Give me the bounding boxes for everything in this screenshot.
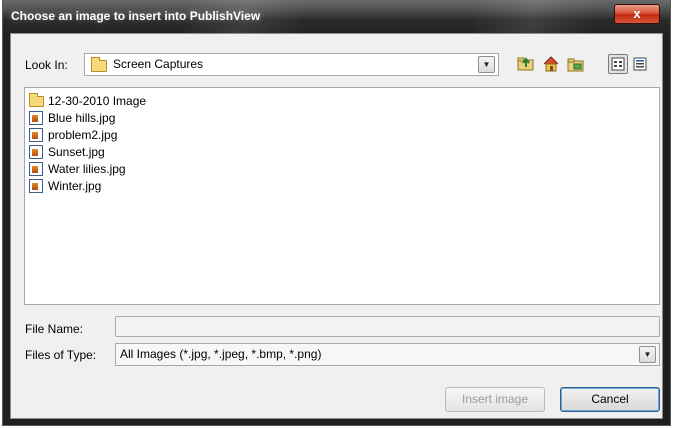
insert-image-button[interactable]: Insert image: [445, 387, 545, 412]
look-in-label: Look In:: [25, 58, 68, 72]
image-file-icon: [29, 128, 43, 142]
file-name: problem2.jpg: [48, 128, 118, 142]
file-type-value: All Images (*.jpg, *.jpeg, *.bmp, *.png): [120, 347, 322, 361]
chevron-down-icon[interactable]: ▼: [639, 346, 656, 363]
title-bar[interactable]: Choose an image to insert into PublishVi…: [3, 0, 670, 33]
look-in-combo[interactable]: Screen Captures ▼: [84, 53, 499, 76]
home-icon[interactable]: [541, 54, 561, 74]
details-view-icon[interactable]: [630, 54, 650, 74]
folder-icon: [29, 93, 44, 107]
file-name: 12-30-2010 Image: [48, 94, 147, 108]
file-type-label: Files of Type:: [25, 348, 97, 362]
dialog-window: Choose an image to insert into PublishVi…: [2, 0, 671, 426]
file-name-field[interactable]: [115, 316, 660, 337]
image-file-icon: [29, 111, 43, 125]
folder-icon: [91, 57, 107, 72]
new-folder-icon[interactable]: [566, 54, 586, 74]
file-name: Winter.jpg: [48, 179, 102, 193]
cancel-button[interactable]: Cancel: [560, 387, 660, 412]
image-file-icon: [29, 145, 43, 159]
image-file-icon: [29, 179, 43, 193]
file-name: Water lilies.jpg: [48, 162, 126, 176]
file-list[interactable]: 12-30-2010 Image Blue hills.jpg problem2…: [24, 87, 660, 305]
look-in-value: Screen Captures: [113, 57, 204, 71]
file-name: Blue hills.jpg: [48, 111, 116, 125]
file-name-label: File Name:: [25, 322, 84, 336]
list-view-icon[interactable]: [608, 54, 628, 74]
up-one-level-icon[interactable]: [516, 54, 536, 74]
title-bar-shine: [473, 0, 593, 33]
image-file-icon: [29, 162, 43, 176]
chevron-down-icon[interactable]: ▼: [478, 56, 495, 73]
close-button[interactable]: x: [614, 4, 660, 24]
dialog-title: Choose an image to insert into PublishVi…: [11, 9, 261, 23]
file-name: Sunset.jpg: [48, 145, 105, 159]
file-type-combo[interactable]: All Images (*.jpg, *.jpeg, *.bmp, *.png)…: [115, 343, 660, 366]
close-icon: x: [633, 6, 641, 21]
dialog-body: Look In: Screen Captures ▼ 12-30-2010 Im…: [10, 33, 663, 419]
